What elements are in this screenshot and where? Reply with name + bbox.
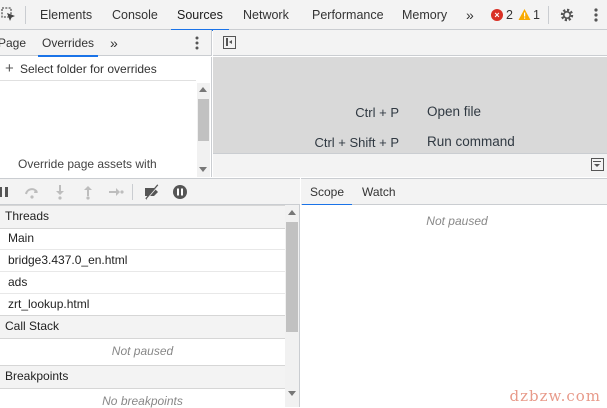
inspect-element-icon[interactable] [1, 7, 17, 23]
debugger-toolbar [0, 178, 300, 205]
toggle-navigator-icon[interactable] [223, 36, 236, 49]
settings-gear-icon[interactable] [559, 7, 575, 23]
scope-tab-bar: Scope Watch [301, 178, 607, 206]
pause-on-exceptions-icon[interactable] [172, 184, 188, 200]
debugger-sidebar: Threads Main bridge3.437.0_en.html ads z… [0, 205, 300, 408]
tab-elements[interactable]: Elements [40, 0, 92, 30]
overrides-pane: + Select folder for overrides Override p… [0, 57, 212, 177]
scroll-up-arrow-icon[interactable] [288, 210, 296, 215]
thread-item[interactable]: zrt_lookup.html [0, 293, 293, 316]
toolbar-divider [548, 6, 549, 24]
breakpoints-title: Breakpoints [5, 369, 69, 383]
error-icon[interactable]: × [491, 9, 503, 21]
tab-overrides[interactable]: Overrides [37, 30, 99, 57]
tab-network[interactable]: Network [243, 0, 289, 30]
tab-page[interactable]: Page [0, 30, 26, 56]
editor-toolbar [213, 30, 607, 56]
warning-icon[interactable] [518, 8, 531, 21]
thread-item[interactable]: bridge3.437.0_en.html [0, 249, 293, 272]
tab-console[interactable]: Console [112, 0, 158, 30]
kebab-menu-icon[interactable] [594, 8, 598, 22]
breakpoints-empty-message: No breakpoints [102, 394, 183, 408]
shortcut-keys-run-command: Ctrl + Shift + P [314, 135, 399, 150]
call-stack-section-header[interactable]: Call Stack [0, 315, 290, 339]
tab-watch[interactable]: Watch [362, 179, 396, 205]
select-folder-label: Select folder for overrides [20, 62, 157, 76]
step-into-icon[interactable] [52, 184, 68, 200]
devtools-tab-bar: Elements Console Sources Network Perform… [0, 0, 607, 31]
error-count[interactable]: 2 [506, 0, 513, 30]
call-stack-title: Call Stack [5, 319, 60, 333]
pause-icon[interactable] [0, 184, 12, 200]
select-folder-button[interactable]: + Select folder for overrides [0, 57, 196, 81]
navigator-tab-bar: Page Overrides » [0, 30, 212, 57]
editor-placeholder: Ctrl + P Open file Ctrl + Shift + P Run … [213, 57, 607, 153]
threads-section-header[interactable]: Threads [0, 205, 290, 229]
watermark-text: dzbzw.com [509, 387, 601, 405]
scroll-down-arrow-icon[interactable] [288, 391, 296, 396]
toggle-debugger-sidebar-icon[interactable] [591, 158, 604, 171]
thread-item-main[interactable]: Main [0, 227, 293, 250]
scroll-up-arrow-icon[interactable] [199, 87, 207, 92]
overrides-scroll-thumb[interactable] [198, 99, 209, 141]
sidebar-scroll-thumb[interactable] [286, 222, 298, 332]
threads-title: Threads [5, 209, 50, 223]
more-tabs-button[interactable]: » [466, 0, 474, 30]
navigator-menu-icon[interactable] [195, 36, 199, 50]
step-icon[interactable] [108, 184, 124, 200]
editor-footer [213, 153, 607, 177]
scope-pane: Not paused [301, 205, 607, 407]
shortcut-action-run-command[interactable]: Run command [427, 134, 515, 149]
tab-performance[interactable]: Performance [312, 0, 384, 30]
deactivate-breakpoints-icon[interactable] [143, 184, 160, 200]
thread-item[interactable]: ads [0, 271, 293, 294]
plus-icon: + [5, 60, 14, 77]
step-over-icon[interactable] [24, 184, 40, 200]
scope-empty-message: Not paused [426, 214, 488, 228]
shortcut-action-open-file[interactable]: Open file [427, 104, 481, 119]
call-stack-empty-message: Not paused [111, 344, 174, 358]
shortcut-keys-open-file: Ctrl + P [355, 105, 399, 120]
breakpoints-section-header[interactable]: Breakpoints [0, 365, 290, 389]
toolbar-divider [25, 6, 26, 24]
scroll-down-arrow-icon[interactable] [199, 167, 207, 172]
warning-count[interactable]: 1 [533, 0, 540, 30]
tab-scope[interactable]: Scope [301, 179, 353, 206]
navigator-more-tabs-button[interactable]: » [110, 30, 118, 56]
toolbar-divider [132, 184, 133, 200]
override-description: Override page assets with [18, 157, 157, 171]
step-out-icon[interactable] [80, 184, 96, 200]
tab-memory[interactable]: Memory [402, 0, 447, 30]
tab-sources[interactable]: Sources [171, 0, 229, 31]
